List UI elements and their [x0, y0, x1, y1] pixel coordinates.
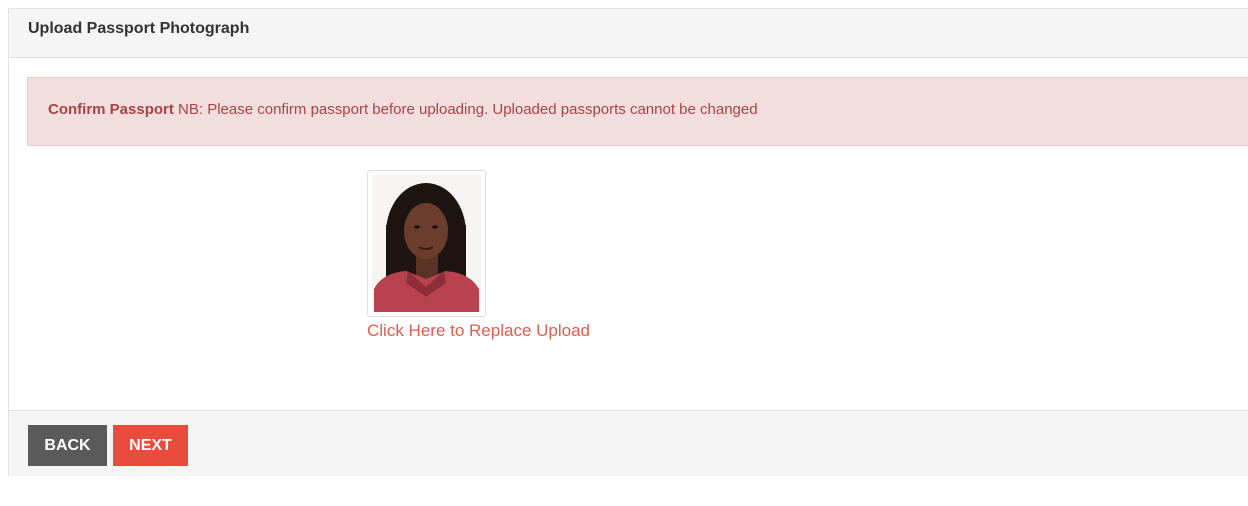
page: Upload Passport Photograph Confirm Passp…: [0, 0, 1248, 506]
passport-thumbnail[interactable]: [367, 170, 486, 317]
panel-footer: BACK NEXT: [9, 410, 1248, 476]
replace-upload-link[interactable]: Click Here to Replace Upload: [367, 321, 590, 341]
next-button[interactable]: NEXT: [113, 425, 188, 466]
alert-strong-text: Confirm Passport: [48, 101, 174, 118]
panel-title: Upload Passport Photograph: [9, 9, 1248, 58]
confirm-alert: Confirm Passport NB: Please confirm pass…: [27, 77, 1248, 146]
passport-photo-icon: [372, 175, 481, 312]
upload-panel: Upload Passport Photograph Confirm Passp…: [8, 8, 1248, 476]
back-button[interactable]: BACK: [28, 425, 107, 466]
alert-message: NB: Please confirm passport before uploa…: [173, 101, 758, 118]
